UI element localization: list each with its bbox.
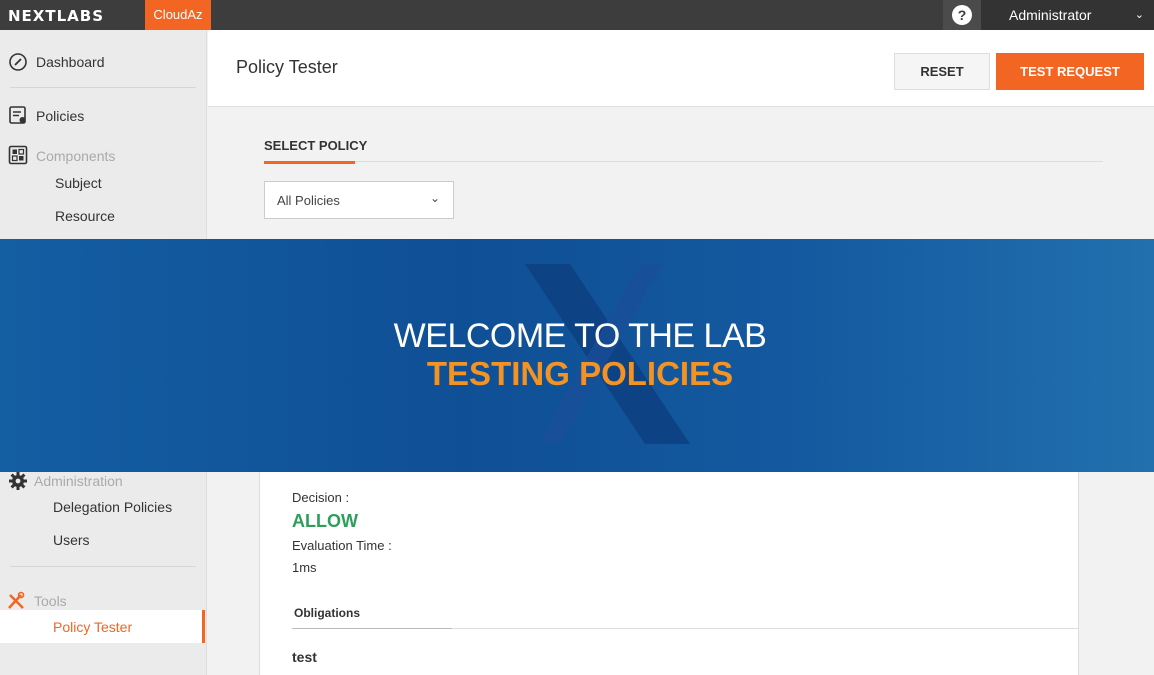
- tab-select-policy[interactable]: SELECT POLICY: [264, 138, 367, 153]
- divider: [10, 566, 196, 567]
- decision-value: ALLOW: [292, 511, 358, 531]
- dashboard-icon: [9, 53, 27, 71]
- policy-select-value: All Policies: [277, 193, 340, 208]
- active-tab-indicator: [264, 161, 355, 164]
- decision-label: Decision :: [292, 490, 350, 505]
- help-button[interactable]: ?: [943, 0, 981, 30]
- sidebar-item-label: Dashboard: [36, 54, 105, 70]
- welcome-banner: WELCOME TO THE LAB TESTING POLICIES: [0, 239, 1154, 472]
- sidebar-item-subject[interactable]: Subject: [55, 175, 102, 191]
- obligations-heading: Obligations: [294, 606, 360, 620]
- components-icon: [8, 145, 28, 165]
- sidebar-item-label: Policies: [36, 108, 85, 124]
- sidebar-item-policy-tester[interactable]: Policy Tester: [0, 610, 205, 643]
- banner-title: WELCOME TO THE LAB: [393, 317, 767, 355]
- policy-select[interactable]: All Policies ⌄: [264, 181, 454, 219]
- evaluation-time-label: Evaluation Time :: [292, 538, 392, 553]
- evaluation-time-value: 1ms: [292, 560, 317, 575]
- user-menu[interactable]: Administrator ⌄: [981, 0, 1154, 30]
- page-header: Policy Tester RESET TEST REQUEST: [208, 30, 1154, 107]
- test-request-button[interactable]: TEST REQUEST: [996, 53, 1144, 90]
- sidebar-item-resource[interactable]: Resource: [55, 208, 115, 224]
- policies-icon: [9, 106, 26, 124]
- product-tag[interactable]: CloudAz: [145, 0, 211, 30]
- sidebar-section-label: Tools: [34, 593, 67, 609]
- nextlabs-logo[interactable]: NEXTLABS: [8, 7, 104, 25]
- sidebar-section-label: Components: [36, 148, 116, 164]
- sidebar-item-label: Policy Tester: [53, 619, 133, 635]
- tools-icon: [8, 591, 25, 609]
- obligation-item: test: [292, 649, 317, 665]
- sidebar-item-delegation-policies[interactable]: Delegation Policies: [53, 499, 172, 515]
- help-icon: ?: [952, 5, 972, 25]
- user-name: Administrator: [1009, 7, 1092, 23]
- tab-divider: [355, 161, 1103, 162]
- banner-subtitle: TESTING POLICIES: [426, 355, 734, 392]
- chevron-down-icon: ⌄: [429, 191, 440, 205]
- page-title: Policy Tester: [236, 57, 338, 77]
- sidebar-section-label: Administration: [34, 473, 123, 489]
- chevron-down-icon: ⌄: [1134, 9, 1144, 21]
- result-panel: Decision : ALLOW Evaluation Time : 1ms O…: [259, 472, 1079, 675]
- reset-button[interactable]: RESET: [894, 53, 990, 90]
- gear-icon: [9, 472, 27, 490]
- sidebar-item-users[interactable]: Users: [53, 532, 90, 548]
- divider: [10, 87, 196, 88]
- obligations-underline: [292, 628, 452, 629]
- top-bar: NEXTLABS CloudAz ? Administrator ⌄: [0, 0, 1154, 30]
